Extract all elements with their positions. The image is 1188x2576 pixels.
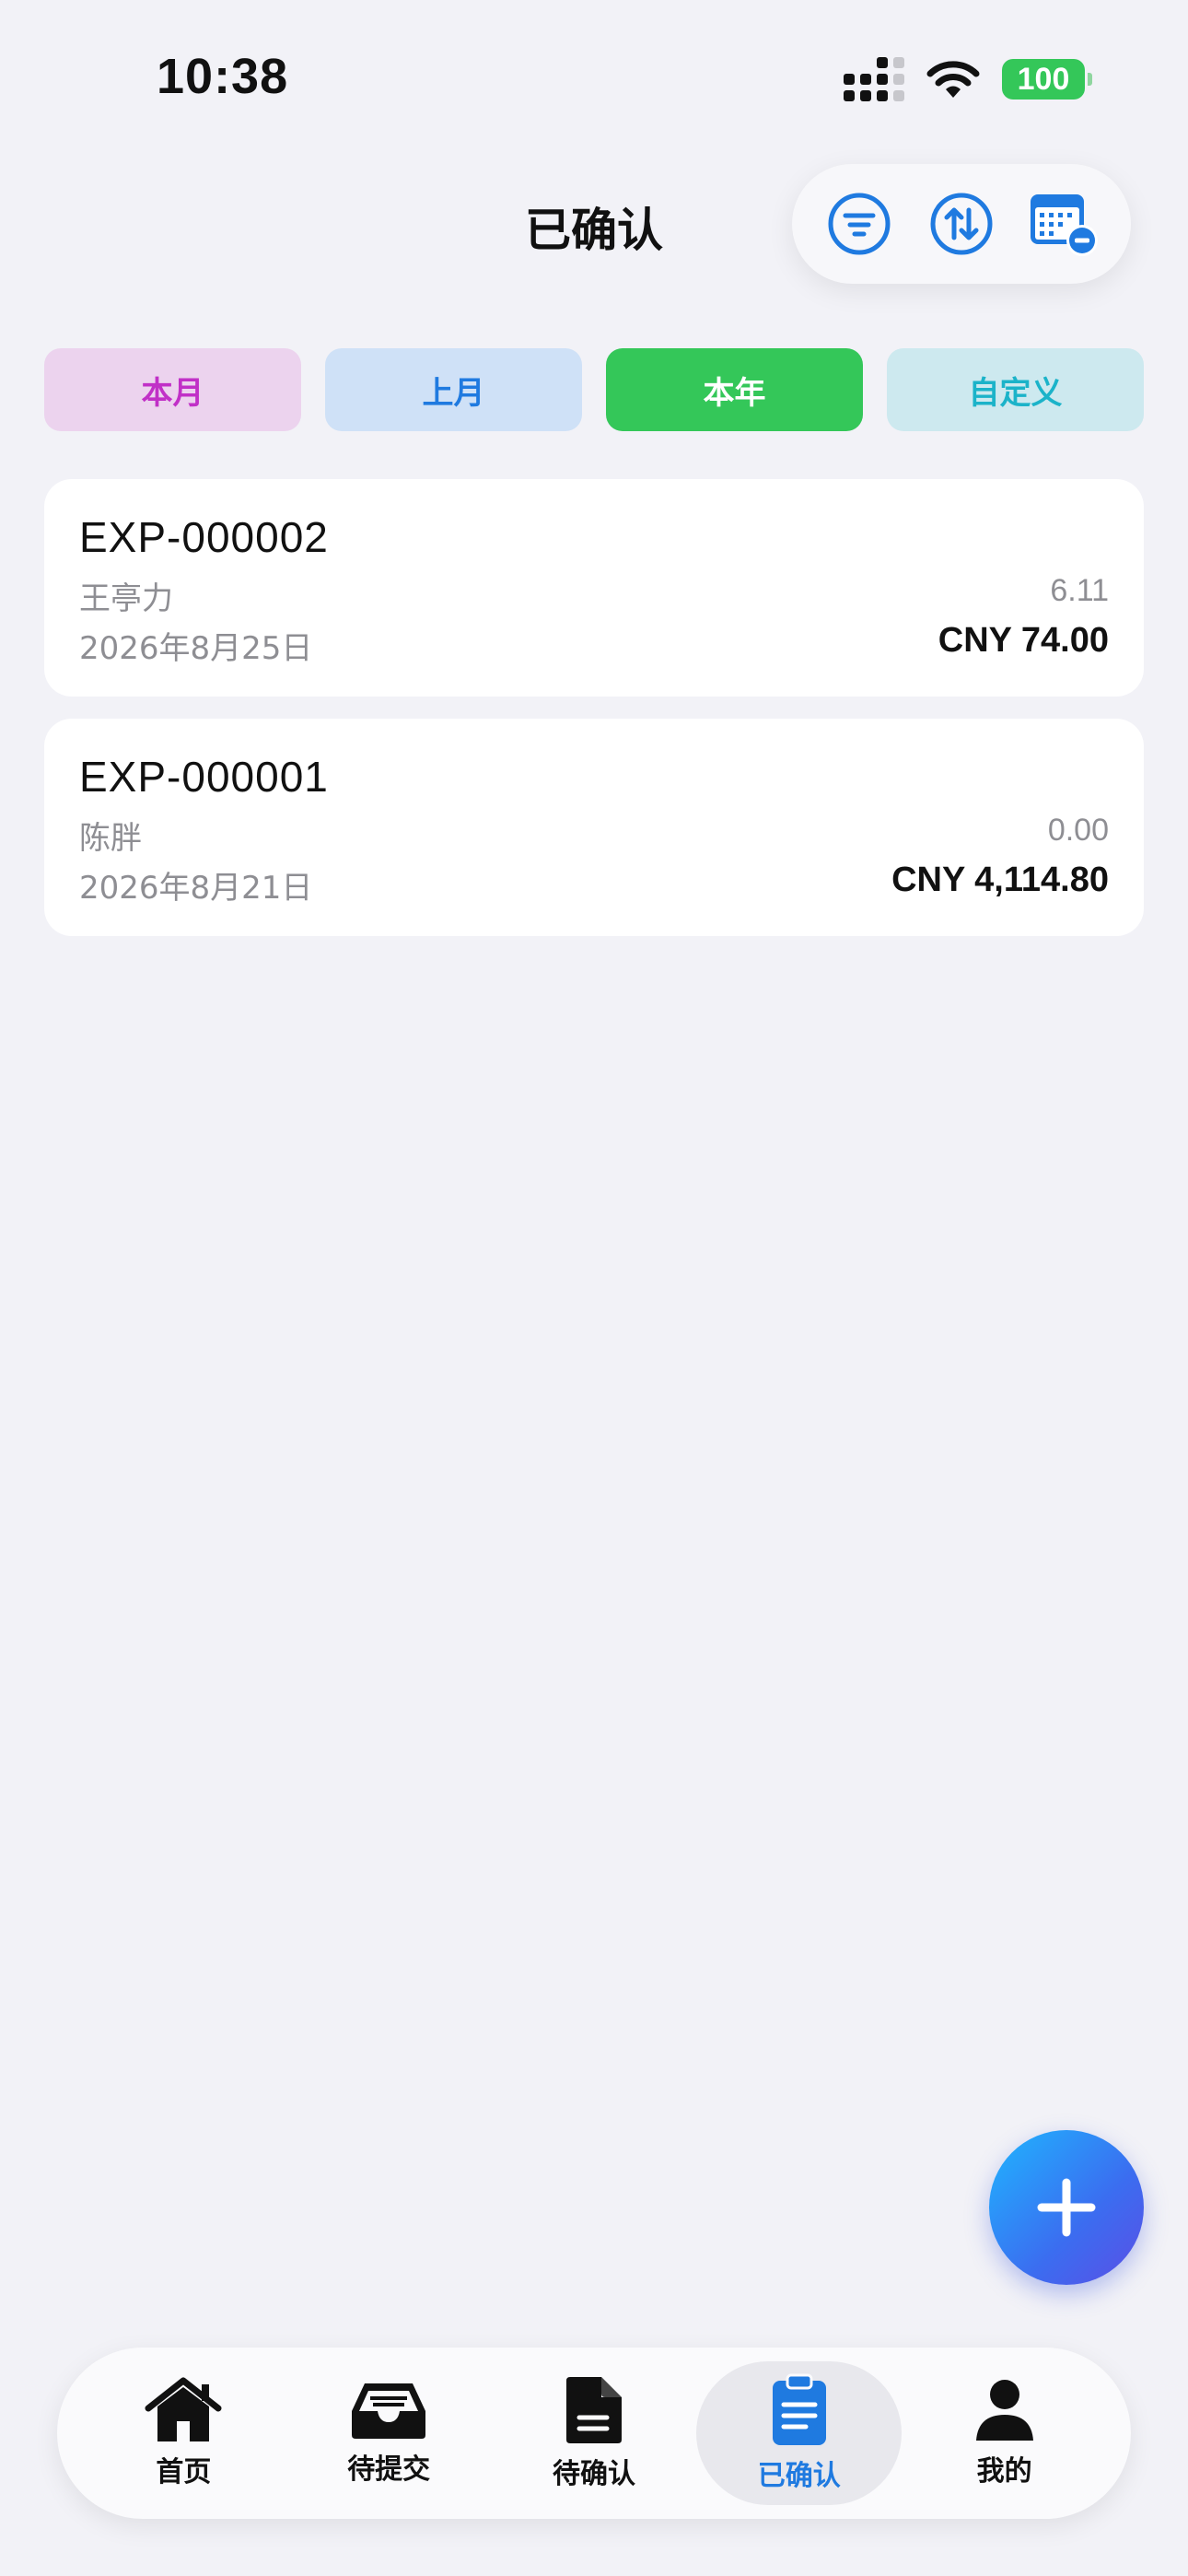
expense-card[interactable]: EXP-000002 王亭力 2026年8月25日 6.11 CNY 74.00 <box>44 479 1144 697</box>
tab-label: 首页 <box>156 2456 212 2488</box>
wifi-icon <box>926 61 980 98</box>
filter-this-month[interactable]: 本月 <box>44 348 301 431</box>
tab-home[interactable]: 首页 <box>81 2361 286 2505</box>
expense-list: EXP-000002 王亭力 2026年8月25日 6.11 CNY 74.00… <box>44 479 1144 958</box>
status-indicators: 100 <box>844 57 1092 101</box>
tray-icon <box>352 2383 426 2439</box>
tab-pending-submit[interactable]: 待提交 <box>286 2361 492 2505</box>
filter-this-year[interactable]: 本年 <box>606 348 863 431</box>
tab-label: 待提交 <box>347 2453 431 2486</box>
expense-amount: CNY 74.00 <box>938 621 1109 660</box>
filter-icon <box>828 193 891 255</box>
clipboard-icon <box>772 2373 826 2445</box>
document-icon <box>565 2377 622 2443</box>
filter-button[interactable] <box>818 182 901 265</box>
person-icon <box>975 2380 1033 2441</box>
tab-label: 待确认 <box>552 2458 635 2490</box>
add-expense-button[interactable] <box>989 2130 1144 2285</box>
plus-icon <box>1037 2178 1096 2237</box>
tab-confirmed[interactable]: 已确认 <box>696 2361 903 2505</box>
filter-last-month[interactable]: 上月 <box>325 348 582 431</box>
battery-indicator: 100 <box>1002 59 1092 100</box>
sort-icon <box>930 193 993 255</box>
tab-label: 我的 <box>976 2455 1032 2488</box>
expense-card[interactable]: EXP-000001 陈胖 2026年8月21日 0.00 CNY 4,114.… <box>44 719 1144 936</box>
expense-id: EXP-000001 <box>79 753 329 801</box>
expense-sub-value: 6.11 <box>1050 573 1109 608</box>
period-filter: 本月 上月 本年 自定义 <box>44 348 1144 431</box>
expense-submitter: 陈胖 <box>79 820 142 857</box>
header-toolbar <box>792 164 1131 284</box>
expense-submitter: 王亭力 <box>79 580 173 617</box>
tab-pending-confirm[interactable]: 待确认 <box>492 2361 697 2505</box>
sort-button[interactable] <box>920 182 1003 265</box>
expense-sub-value: 0.00 <box>1047 813 1109 848</box>
tab-bar: 首页 待提交 待确认 已确认 我的 <box>57 2348 1131 2519</box>
tab-label: 已确认 <box>757 2460 841 2492</box>
calendar-remove-icon <box>1030 194 1098 256</box>
expense-date: 2026年8月21日 <box>79 870 313 907</box>
expense-id: EXP-000002 <box>79 513 329 561</box>
calendar-button[interactable] <box>1022 182 1105 265</box>
status-time: 10:38 <box>157 49 289 104</box>
house-icon <box>145 2377 222 2441</box>
filter-custom[interactable]: 自定义 <box>887 348 1144 431</box>
cellular-signal-icon <box>844 57 904 101</box>
tab-profile[interactable]: 我的 <box>902 2361 1107 2505</box>
expense-amount: CNY 4,114.80 <box>891 861 1109 899</box>
expense-date: 2026年8月25日 <box>79 630 313 667</box>
